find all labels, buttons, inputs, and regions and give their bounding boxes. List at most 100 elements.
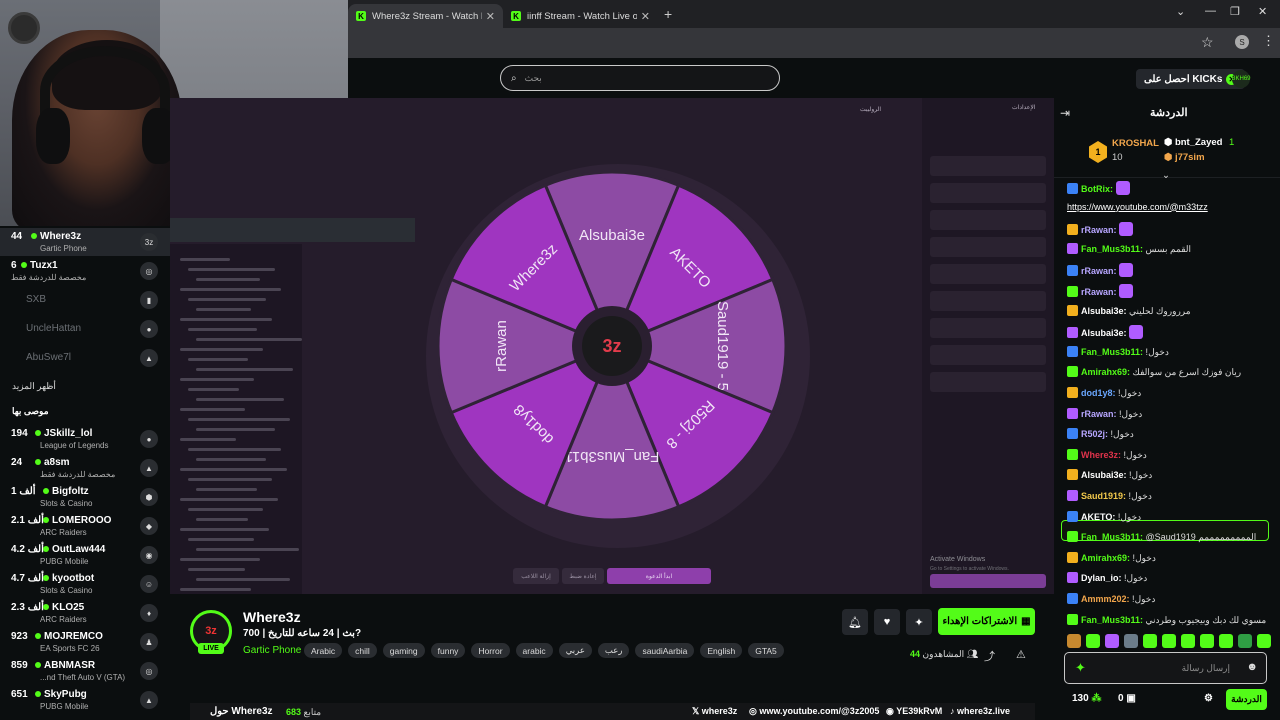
stream-tag[interactable]: arabic bbox=[515, 643, 553, 658]
chat-username[interactable]: Dylan_io: bbox=[1081, 573, 1122, 583]
minimize-icon[interactable]: — bbox=[1205, 5, 1216, 17]
points-display[interactable]: 130 ⁂ bbox=[1072, 693, 1101, 704]
social-link-discord[interactable]: ◉ YE39kRvM bbox=[886, 706, 942, 717]
emote-icon[interactable] bbox=[1143, 634, 1157, 648]
sidebar-channel-recommended[interactable]: 4.7 ألف kyootbot Slots & Casino ☺ bbox=[0, 570, 170, 598]
sidebar-channel-recommended[interactable]: 2.1 ألف LOMEROOO ARC Raiders ◆ bbox=[0, 512, 170, 540]
sidebar-channel-recommended[interactable]: 1 ألف Bigfoltz Slots & Casino ⬢ bbox=[0, 483, 170, 511]
chat-username[interactable]: rRawan: bbox=[1081, 225, 1117, 235]
stream-tag[interactable]: رعب bbox=[597, 643, 630, 658]
gifter-name[interactable]: ⬢ bnt_Zayed bbox=[1164, 137, 1222, 148]
report-warning-icon[interactable]: ⚠ bbox=[1016, 648, 1026, 661]
chat-username[interactable]: Where3z: bbox=[1081, 450, 1121, 460]
sidebar-channel-recommended[interactable]: 923 MOJREMCO EA Sports FC 26 ♟ bbox=[0, 628, 170, 656]
browser-tab-iinff[interactable]: K iinff Stream - Watch Live on Kic ✕ bbox=[503, 4, 658, 28]
sidebar-channel-recommended[interactable]: 194 JSkillz_lol League of Legends ● bbox=[0, 425, 170, 453]
expand-chevron-icon[interactable]: ⌄ bbox=[1162, 170, 1170, 181]
chat-input[interactable]: ✦ إرسال رسالة ☻ bbox=[1064, 652, 1267, 684]
stream-tag[interactable]: Arabic bbox=[304, 643, 343, 658]
sidebar-channel-offline[interactable]: UncleHattan ● bbox=[0, 315, 170, 343]
sidebar-channel-offline[interactable]: SXB ▮ bbox=[0, 286, 170, 314]
stream-tag[interactable]: saudiAarbia bbox=[635, 643, 695, 658]
stream-tag[interactable]: gaming bbox=[382, 643, 425, 658]
stream-tag[interactable]: GTA5 bbox=[748, 643, 784, 658]
sidebar-channel-recommended[interactable]: 2.3 ألف KLO25 ARC Raiders ♦ bbox=[0, 599, 170, 627]
chat-username[interactable]: BotRix: bbox=[1081, 184, 1113, 194]
emote-icon[interactable] bbox=[1124, 634, 1138, 648]
user-avatar[interactable]: BKH69 bbox=[1232, 70, 1251, 88]
chat-username[interactable]: Fan_Mus3b11: bbox=[1081, 532, 1143, 542]
reset-button[interactable]: إعادة ضبط bbox=[562, 568, 604, 584]
chat-username[interactable]: rRawan: bbox=[1081, 409, 1117, 419]
chat-username[interactable]: rRawan: bbox=[1081, 287, 1117, 297]
gift-subs-button[interactable]: الاشتراكات الإهداء ▦ bbox=[938, 608, 1035, 635]
chat-text[interactable]: https://www.youtube.com/@m33tzz bbox=[1067, 202, 1208, 212]
chat-username[interactable]: Alsubai3e: bbox=[1081, 470, 1127, 480]
sidebar-channel-where3z[interactable]: 44 Where3z Gartic Phone 3z bbox=[0, 228, 170, 256]
chat-username[interactable]: Alsubai3e: bbox=[1081, 306, 1127, 316]
emote-icon[interactable] bbox=[1238, 634, 1252, 648]
stream-tag[interactable]: funny bbox=[430, 643, 466, 658]
show-more-link[interactable]: أظهر المزيد bbox=[12, 381, 56, 392]
chat-username[interactable]: R502j: bbox=[1081, 429, 1108, 439]
stream-tag[interactable]: عربي bbox=[558, 643, 592, 658]
chat-username[interactable]: AKETO: bbox=[1081, 512, 1115, 522]
chevron-down-icon[interactable]: ⌄ bbox=[1176, 5, 1185, 18]
sidebar-channel-recommended[interactable]: 24 a8sm مخصصة للدردشة فقط ▲ bbox=[0, 454, 170, 482]
get-kicks-button[interactable]: احصل على KICKs ✕ bbox=[1136, 69, 1246, 89]
emote-icon[interactable] bbox=[1067, 634, 1081, 648]
chat-username[interactable]: Alsubai3e: bbox=[1081, 328, 1127, 338]
emote-icon[interactable] bbox=[1219, 634, 1233, 648]
gifter-name[interactable]: ⬢ j77sim bbox=[1164, 152, 1205, 163]
start-button[interactable]: ابدأ الدعوة bbox=[607, 568, 711, 584]
chat-username[interactable]: Ammm202: bbox=[1081, 594, 1130, 604]
profile-avatar[interactable]: S bbox=[1235, 35, 1249, 49]
spin-wheel[interactable]: Alsubai3eAKETOSaud1919 - 5R502j - 8Fan_M… bbox=[438, 172, 786, 520]
new-tab-icon[interactable]: + bbox=[664, 6, 672, 22]
social-link-youtube[interactable]: ◎ www.youtube.com/@3z2005 bbox=[749, 706, 879, 717]
chat-username[interactable]: rRawan: bbox=[1081, 266, 1117, 276]
emote-icon[interactable] bbox=[1257, 634, 1271, 648]
kicks-display[interactable]: 0 ▣ bbox=[1118, 693, 1136, 704]
search-input[interactable]: ⌕ بحث bbox=[500, 65, 780, 91]
emote-icon[interactable] bbox=[1200, 634, 1214, 648]
chat-username[interactable]: dod1y8: bbox=[1081, 388, 1116, 398]
stream-tag[interactable]: English bbox=[700, 643, 743, 658]
sidebar-channel-recommended[interactable]: 651 SkyPubg PUBG Mobile ▲ bbox=[0, 686, 170, 714]
chat-username[interactable]: Fan_Mus3b11: bbox=[1081, 347, 1143, 357]
video-player[interactable]: الرولييت الإعدادات Alsubai3e AKETO Saud191… bbox=[170, 98, 1054, 594]
chat-send-button[interactable]: الدردشة bbox=[1226, 689, 1267, 710]
emote-icon[interactable] bbox=[1086, 634, 1100, 648]
emote-icon[interactable] bbox=[1105, 634, 1119, 648]
sidebar-channel-tuzx1[interactable]: 6 Tuzx1 مخصصة للدردشة فقط ◎ bbox=[0, 257, 170, 285]
emoji-icon[interactable]: ☻ bbox=[1246, 661, 1258, 673]
chat-username[interactable]: Amirahx69: bbox=[1081, 367, 1130, 377]
sparkle-icon[interactable]: ✦ bbox=[1075, 660, 1086, 676]
share-icon[interactable]: ⤴ bbox=[984, 648, 995, 664]
menu-kebab-icon[interactable]: ⋮ bbox=[1262, 33, 1275, 49]
sparkle-icon[interactable]: ✦ bbox=[906, 609, 932, 635]
close-window-icon[interactable]: ✕ bbox=[1258, 5, 1267, 18]
stream-tag[interactable]: Horror bbox=[471, 643, 510, 658]
sidebar-channel-offline[interactable]: AbuSwe7l ▲ bbox=[0, 344, 170, 372]
emote-icon[interactable] bbox=[1181, 634, 1195, 648]
sidebar-channel-recommended[interactable]: 859 ABNMASR ...nd Theft Auto V (GTA) ◎ bbox=[0, 657, 170, 685]
follow-heart-icon[interactable]: ♥ bbox=[874, 609, 900, 635]
close-icon[interactable]: ✕ bbox=[486, 10, 495, 23]
chat-username[interactable]: Saud1919: bbox=[1081, 491, 1126, 501]
social-link-x[interactable]: 𝕏 where3z bbox=[692, 706, 737, 717]
restore-icon[interactable]: ❐ bbox=[1230, 5, 1240, 18]
emote-icon[interactable] bbox=[1162, 634, 1176, 648]
collapse-chat-icon[interactable]: ⇥ bbox=[1060, 106, 1070, 120]
chat-username[interactable]: Amirahx69: bbox=[1081, 553, 1130, 563]
chat-username[interactable]: Fan_Mus3b11: bbox=[1081, 244, 1143, 254]
browser-tab-where3z[interactable]: K Where3z Stream - Watch Live o ✕ bbox=[348, 4, 503, 28]
chat-settings-icon[interactable]: ⚙ bbox=[1204, 693, 1213, 704]
stream-category-link[interactable]: Gartic Phone bbox=[243, 645, 301, 656]
bookmark-star-icon[interactable]: ☆ bbox=[1201, 34, 1214, 51]
chat-username[interactable]: Fan_Mus3b11: bbox=[1081, 615, 1143, 625]
stream-tag[interactable]: chill bbox=[348, 643, 377, 658]
top-gifter-name[interactable]: KROSHAL bbox=[1112, 138, 1159, 149]
close-icon[interactable]: ✕ bbox=[641, 10, 650, 23]
streamer-name[interactable]: Where3z bbox=[243, 609, 301, 625]
